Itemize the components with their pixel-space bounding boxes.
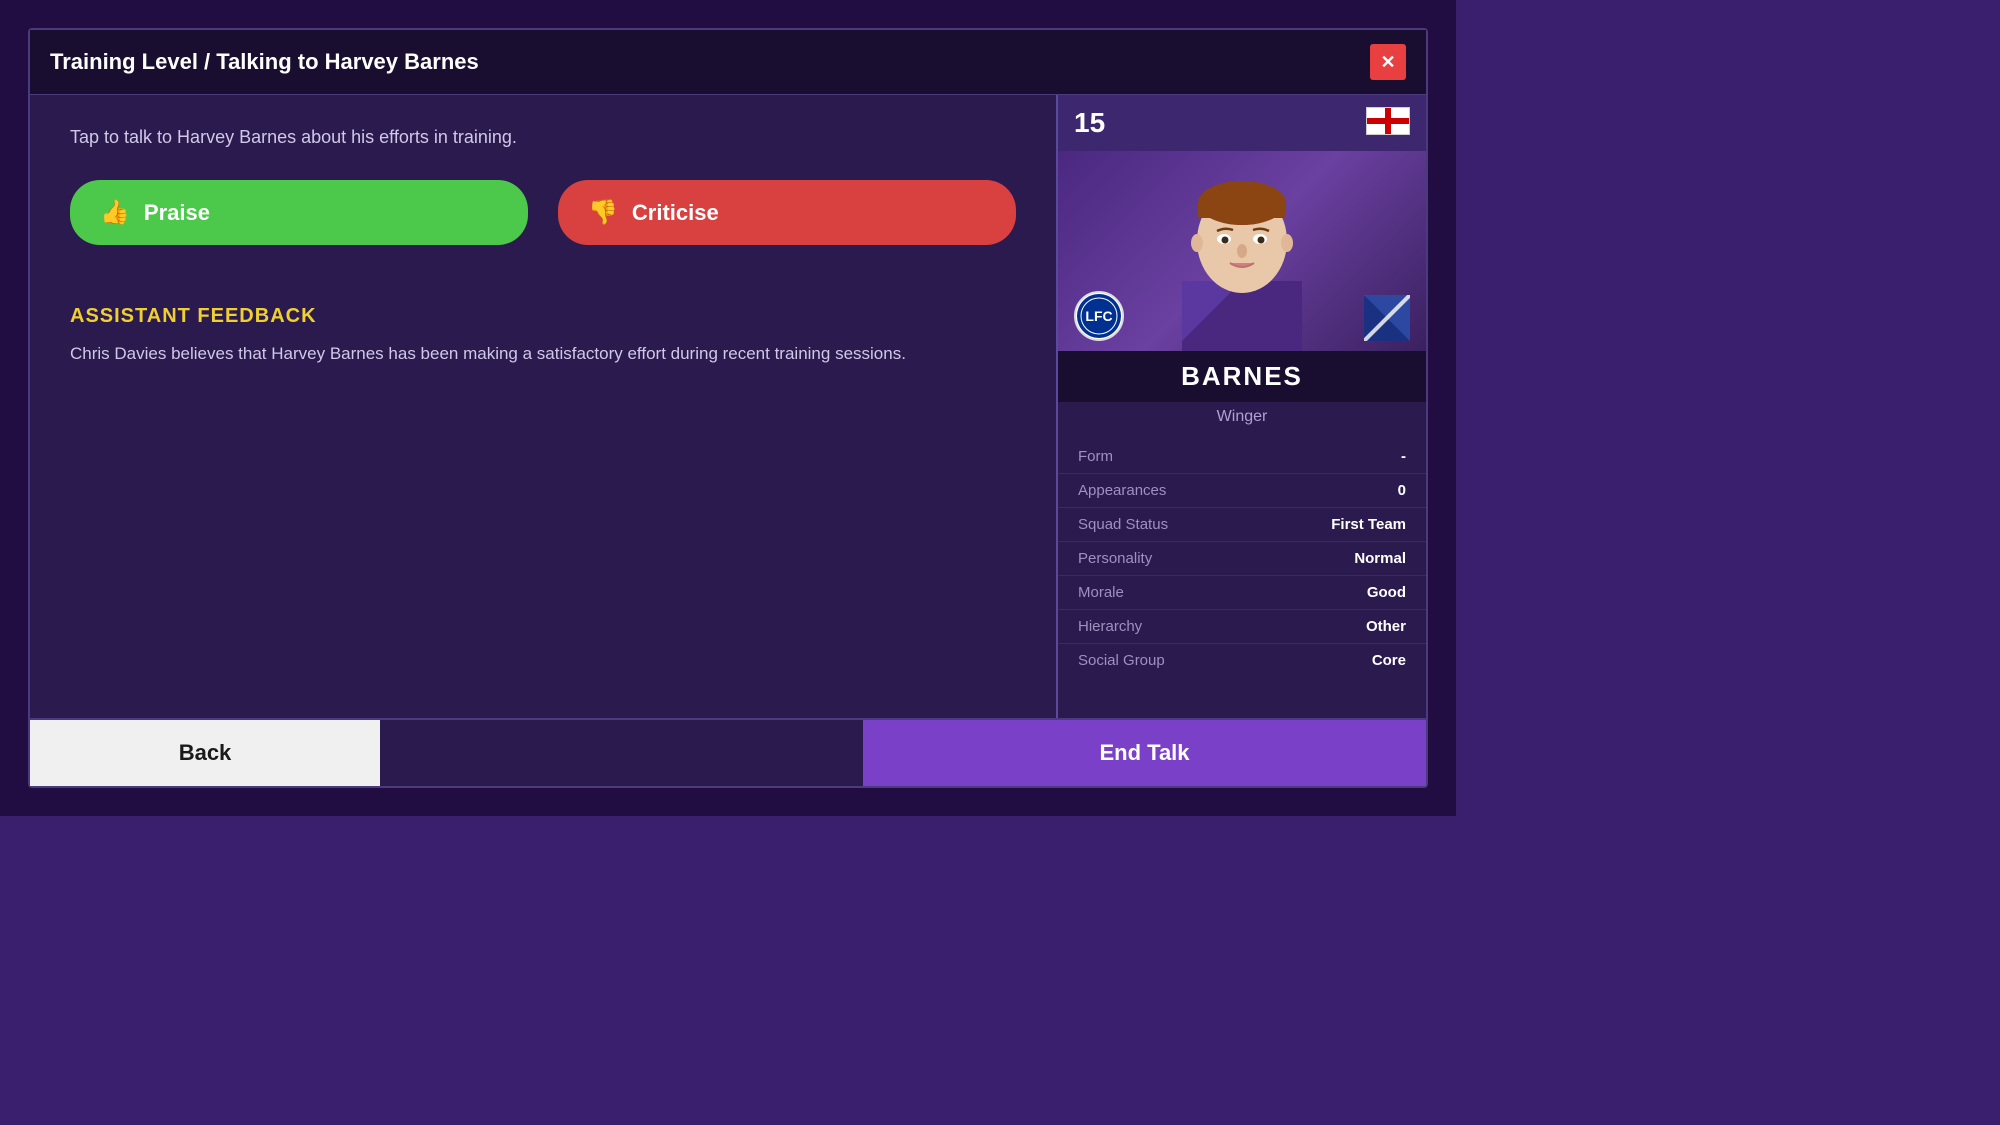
stat-row-personality: Personality Normal bbox=[1058, 542, 1426, 576]
squad-status-label: Squad Status bbox=[1078, 516, 1168, 533]
club-badge-svg: LFC bbox=[1076, 293, 1122, 339]
morale-value: Good bbox=[1367, 584, 1406, 601]
player-number: 15 bbox=[1074, 107, 1105, 139]
stat-row-form: Form - bbox=[1058, 440, 1426, 474]
modal-header: Training Level / Talking to Harvey Barne… bbox=[30, 30, 1426, 95]
player-name-bar: BARNES bbox=[1058, 351, 1426, 402]
stat-row-hierarchy: Hierarchy Other bbox=[1058, 610, 1426, 644]
player-image-area: LFC bbox=[1058, 151, 1426, 351]
close-button[interactable]: ✕ bbox=[1370, 44, 1406, 80]
assistant-feedback-text: Chris Davies believes that Harvey Barnes… bbox=[70, 340, 1016, 367]
modal-footer: Back End Talk bbox=[30, 718, 1426, 786]
player-stats: Form - Appearances 0 Squad Status First … bbox=[1058, 432, 1426, 718]
hierarchy-label: Hierarchy bbox=[1078, 618, 1142, 635]
praise-button[interactable]: 👍 Praise bbox=[70, 180, 528, 245]
england-flag-icon bbox=[1366, 107, 1410, 135]
squad-status-value: First Team bbox=[1331, 516, 1406, 533]
social-group-value: Core bbox=[1372, 652, 1406, 669]
player-card: 15 bbox=[1058, 95, 1426, 718]
left-panel: Tap to talk to Harvey Barnes about his e… bbox=[30, 95, 1056, 718]
personality-value: Normal bbox=[1354, 550, 1406, 567]
stat-row-appearances: Appearances 0 bbox=[1058, 474, 1426, 508]
stat-row-morale: Morale Good bbox=[1058, 576, 1426, 610]
modal-title: Training Level / Talking to Harvey Barne… bbox=[50, 49, 479, 75]
svg-text:LFC: LFC bbox=[1085, 308, 1112, 324]
appearances-label: Appearances bbox=[1078, 482, 1166, 499]
club-badge: LFC bbox=[1074, 291, 1124, 341]
assistant-feedback-section: ASSISTANT FEEDBACK Chris Davies believes… bbox=[70, 305, 1016, 367]
praise-label: Praise bbox=[144, 200, 210, 226]
personality-label: Personality bbox=[1078, 550, 1152, 567]
modal-overlay: Training Level / Talking to Harvey Barne… bbox=[0, 0, 1456, 816]
end-talk-button[interactable]: End Talk bbox=[863, 720, 1426, 786]
form-label: Form bbox=[1078, 448, 1113, 465]
appearances-value: 0 bbox=[1398, 482, 1406, 499]
kit-svg bbox=[1364, 295, 1410, 341]
criticise-button[interactable]: 👎 Criticise bbox=[558, 180, 1016, 245]
player-name: BARNES bbox=[1181, 361, 1303, 391]
right-panel: 15 bbox=[1056, 95, 1426, 718]
description-text: Tap to talk to Harvey Barnes about his e… bbox=[70, 125, 1016, 150]
form-value: - bbox=[1401, 448, 1406, 465]
modal-dialog: Training Level / Talking to Harvey Barne… bbox=[28, 28, 1428, 788]
stat-row-social-group: Social Group Core bbox=[1058, 644, 1426, 677]
footer-spacer bbox=[380, 720, 863, 786]
social-group-label: Social Group bbox=[1078, 652, 1165, 669]
kit-icon bbox=[1364, 295, 1410, 341]
morale-label: Morale bbox=[1078, 584, 1124, 601]
action-buttons: 👍 Praise 👎 Criticise bbox=[70, 180, 1016, 245]
criticise-label: Criticise bbox=[632, 200, 719, 226]
assistant-feedback-title: ASSISTANT FEEDBACK bbox=[70, 305, 1016, 328]
card-header: 15 bbox=[1058, 95, 1426, 151]
back-button[interactable]: Back bbox=[30, 720, 380, 786]
player-position: Winger bbox=[1058, 402, 1426, 432]
thumbs-down-icon: 👎 bbox=[588, 198, 618, 227]
thumbs-up-icon: 👍 bbox=[100, 198, 130, 227]
stat-row-squad-status: Squad Status First Team bbox=[1058, 508, 1426, 542]
modal-body: Tap to talk to Harvey Barnes about his e… bbox=[30, 95, 1426, 718]
hierarchy-value: Other bbox=[1366, 618, 1406, 635]
